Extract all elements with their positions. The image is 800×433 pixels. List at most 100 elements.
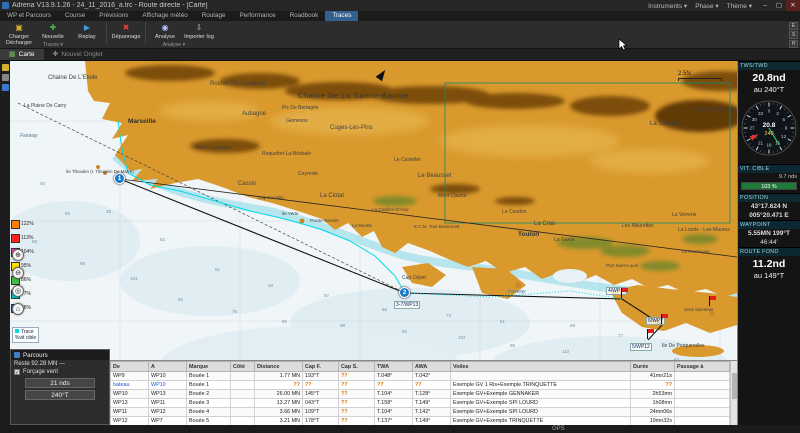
side-button-s[interactable]: S [789,31,798,39]
table-cell-awa: ?? [413,381,451,390]
ribbon-tab-roadbook[interactable]: Roadbook [283,11,326,21]
column-header-de[interactable]: De [111,362,149,372]
twd-value: au 240°T [738,84,800,97]
table-cell-passage [675,372,730,381]
side-button-e[interactable]: E [789,22,798,30]
table-cell-cote [231,408,255,417]
column-header-dur-e[interactable]: Durée [631,362,675,372]
table-cell-duree: 24mn06s [631,408,675,417]
chart-tool-button-1[interactable]: ⊖ [12,267,24,279]
buoy-flag-icon[interactable] [661,314,669,324]
menu-instruments[interactable]: Instruments ▾ [648,2,687,10]
buoy-flag-icon[interactable] [709,296,717,306]
column-header-marque[interactable]: Marque [187,362,231,372]
table-cell-awa: T.128° [413,390,451,399]
forcage-vent-row[interactable]: ✓Forçage vent [11,368,109,376]
ribbon-group-analyse: Analyse ▾ [138,42,210,48]
side-button-h[interactable]: H [789,40,798,48]
table-cell-marque: Bouée 2 [187,390,231,399]
table-row[interactable]: WP12WP7Bouée 53.21 MN178°T??T.137°T.149°… [111,417,730,426]
column-header-passage[interactable]: Passage à [675,362,730,372]
parcours-header[interactable]: Parcours [11,350,109,360]
window-title: Adrena V13.9.1.26 - 24_11_2016_a.trc - R… [12,2,208,9]
table-row[interactable]: WP9WP10Bouée 11.77 MN193°T??T.048°T.042°… [111,372,730,381]
table-scrollbar[interactable] [730,361,737,425]
waypoint-marker-1[interactable]: 1 [114,173,125,184]
ribbon-tab-routage[interactable]: Routage [195,11,233,21]
ribbon-tab-wp-et-parcours[interactable]: WP et Parcours [0,11,58,21]
table-row[interactable]: WP10WP13Bouée 226.00 MN145°T??T.104°T.12… [111,390,730,399]
gps-status: GPS [552,426,565,432]
ribbon-button-replay[interactable]: ▶Replay [70,22,104,40]
svg-text:3: 3 [776,111,779,116]
column-header-distance[interactable]: Distance [255,362,303,372]
ribbon: ▣Charger Décharger✚Nouvelle▶Replay✖Dépan… [0,21,800,49]
ribbon-tab-performance[interactable]: Performance [233,11,283,21]
ribbon-tab-bar: WP et ParcoursCoursePrévisionsAffichage … [0,11,800,21]
table-cell-awa: T.042° [413,372,451,381]
scale-label: 113% [21,235,33,241]
position-lat: 43°17.624 N [738,202,800,211]
wind-direction-field[interactable]: 240°T [25,390,95,400]
ribbon-tab-traces[interactable]: Traces [325,11,358,21]
column-header-a[interactable]: A [149,362,187,372]
buoy-flag-icon[interactable] [621,288,629,298]
doc-tab-carte[interactable]: ▦Carte [0,49,44,60]
table-cell-a: WP10 [149,372,187,381]
waypoint-ttg: 46:44' [738,238,800,247]
chart-tool-button-3[interactable]: ⌂ [12,303,24,315]
strip-layers-icon[interactable] [2,74,9,81]
new-icon: ✚ [48,23,59,33]
ribbon-tab-affichage-m-t-o[interactable]: Affichage météo [135,11,194,21]
chart-tool-buttons: ⊕ ⊖ ◎ ⌂ [12,249,24,321]
buoy-flag-icon[interactable] [647,329,655,339]
column-header-cap-s[interactable]: Cap S. [339,362,375,372]
ribbon-tab-course[interactable]: Course [58,11,92,21]
ribbon-button-analyse[interactable]: ◉Analyse [148,22,182,40]
strip-globe-icon[interactable] [2,84,9,91]
table-cell-passage [675,417,730,426]
ribbon-group-traces: Traces ▾ [2,42,104,48]
table-row[interactable]: WP11WP12Bouée 43.66 MN109°T??T.104°T.142… [111,408,730,417]
ribbon-separator [145,22,146,44]
maximize-button[interactable]: ▢ [772,0,786,11]
menu-th-me[interactable]: Thème ▾ [727,2,752,10]
waypoint-label-5-wp12[interactable]: 5/WP12 [630,343,652,351]
import-log-icon: ⇩ [194,23,205,33]
chart-tool-button-0[interactable]: ⊕ [12,249,24,261]
column-header-awa[interactable]: AWA [413,362,451,372]
table-row[interactable]: bateauWP10Bouée 1??????????Exemple GV 1 … [111,381,730,390]
waypoint-label-3-7-wp13[interactable]: 3-7/WP13 [394,301,420,309]
forcage-vent-checkbox[interactable]: ✓ [14,369,20,375]
table-cell-cote [231,399,255,408]
ribbon-button-d-pannage[interactable]: ✖Dépannage [109,22,143,40]
column-header-cap-f[interactable]: Cap F. [303,362,339,372]
column-header-voiles[interactable]: Voiles [451,362,631,372]
doc-tab-nouvel-onglet[interactable]: ✚Nouvel Onglet [44,49,112,60]
menu-phase[interactable]: Phase ▾ [695,2,719,10]
minimize-button[interactable]: – [758,0,772,11]
strip-folder-icon[interactable] [2,64,9,71]
ribbon-button-nouvelle[interactable]: ✚Nouvelle [36,22,70,40]
column-header-c-t[interactable]: Côté [231,362,255,372]
parcours-panel: Parcours Reste 92.28 MN --- ✓Forçage ven… [10,349,110,425]
table-row[interactable]: WP13WP11Bouée 313.27 MN043°T??T.158°T.14… [111,399,730,408]
waypoint-marker-2[interactable]: 2 [399,287,410,298]
column-header-twa[interactable]: TWA [375,362,413,372]
wind-speed-field[interactable]: 21 nds [25,378,95,388]
table-cell-a: WP13 [149,390,187,399]
trace-legend: Trace %vit cible [12,327,39,343]
table-cell-voiles: Exemple GV 1 Ris+Exemple TRINQUETTE [451,381,631,390]
position-header: POSITION [738,193,800,202]
ribbon-tab-pr-visions[interactable]: Prévisions [92,11,135,21]
adrena-window: Adrena V13.9.1.26 - 24_11_2016_a.trc - R… [0,0,800,433]
table-cell-duree: 41mn21s [631,372,675,381]
table-cell-marque: Bouée 1 [187,381,231,390]
table-cell-duree: 2h53mn [631,390,675,399]
close-button[interactable]: ✕ [786,0,800,11]
table-cell-passage [675,390,730,399]
chart-tool-button-2[interactable]: ◎ [12,285,24,297]
scale-swatch [11,220,20,229]
ribbon-button-importer-log[interactable]: ⇩Importer log [182,22,216,40]
table-cell-distance: ?? [255,381,303,390]
